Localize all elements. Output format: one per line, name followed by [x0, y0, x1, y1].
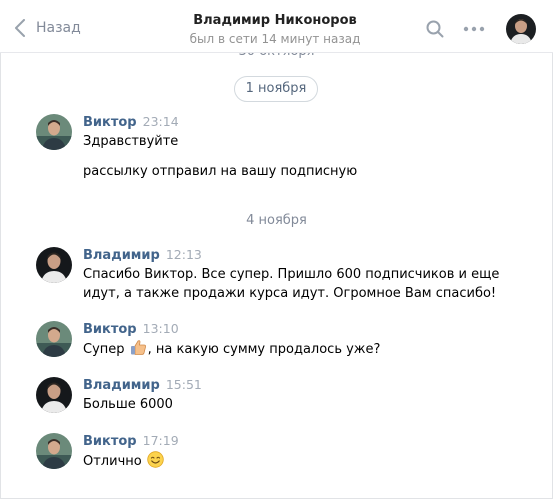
avatar[interactable]	[36, 377, 72, 413]
chat-title: Владимир Никоноров	[193, 13, 357, 28]
floating-date-pill[interactable]: 1 ноября	[234, 76, 318, 102]
message-text-end: , на какую сумму продалось уже?	[147, 342, 381, 357]
message-meta: Владимир 15:51	[83, 377, 202, 394]
author-name[interactable]: Владимир	[83, 248, 160, 263]
chat-title-block[interactable]: Владимир Никоноров был в сети 14 минут н…	[150, 12, 400, 47]
avatar[interactable]	[36, 321, 72, 357]
last-seen-status: был в сети 14 минут назад	[189, 32, 361, 46]
back-label: Назад	[36, 20, 81, 36]
message-text: Больше 6000	[83, 397, 173, 412]
message-text-start: Отлично	[83, 454, 142, 469]
chat-header: Назад Владимир Никоноров был в сети 14 м…	[0, 0, 553, 53]
message-text: рассылку отправил на вашу подписную	[83, 164, 358, 179]
more-icon[interactable]	[463, 20, 485, 38]
message-text: идут, а также продажи курса идут. Огромн…	[83, 286, 497, 301]
message-time[interactable]: 23:14	[143, 114, 179, 129]
date-separator: 4 ноября	[246, 213, 307, 228]
smile-emoji-icon	[147, 451, 164, 468]
message-time[interactable]: 17:19	[143, 433, 179, 448]
message-text: Здравствуйте	[83, 134, 179, 149]
message-time[interactable]: 12:13	[166, 247, 202, 262]
message-text-start: Супер	[83, 342, 125, 357]
avatar[interactable]	[36, 114, 72, 150]
chat-avatar[interactable]	[506, 14, 536, 44]
message-meta: Виктор 17:19	[83, 433, 179, 450]
message-time[interactable]: 13:10	[143, 321, 179, 336]
message-meta: Виктор 13:10	[83, 321, 179, 338]
message-time[interactable]: 15:51	[166, 377, 202, 392]
message-meta: Виктор 23:14	[83, 114, 179, 131]
avatar[interactable]	[36, 247, 72, 283]
author-name[interactable]: Владимир	[83, 378, 160, 393]
message-text: Супер , на какую сумму продалось уже?	[83, 339, 503, 359]
author-name[interactable]: Виктор	[83, 434, 137, 449]
author-name[interactable]: Виктор	[83, 322, 137, 337]
chevron-left-icon	[15, 19, 25, 37]
back-button[interactable]: Назад	[14, 16, 81, 40]
author-name[interactable]: Виктор	[83, 115, 137, 130]
search-icon[interactable]	[426, 20, 444, 38]
message-meta: Владимир 12:13	[83, 247, 202, 264]
message-text: Отлично	[83, 451, 503, 471]
avatar[interactable]	[36, 433, 72, 469]
thumbs-up-emoji-icon	[130, 340, 146, 355]
message-text: Спасибо Виктор. Все супер. Пришло 600 по…	[83, 267, 500, 282]
